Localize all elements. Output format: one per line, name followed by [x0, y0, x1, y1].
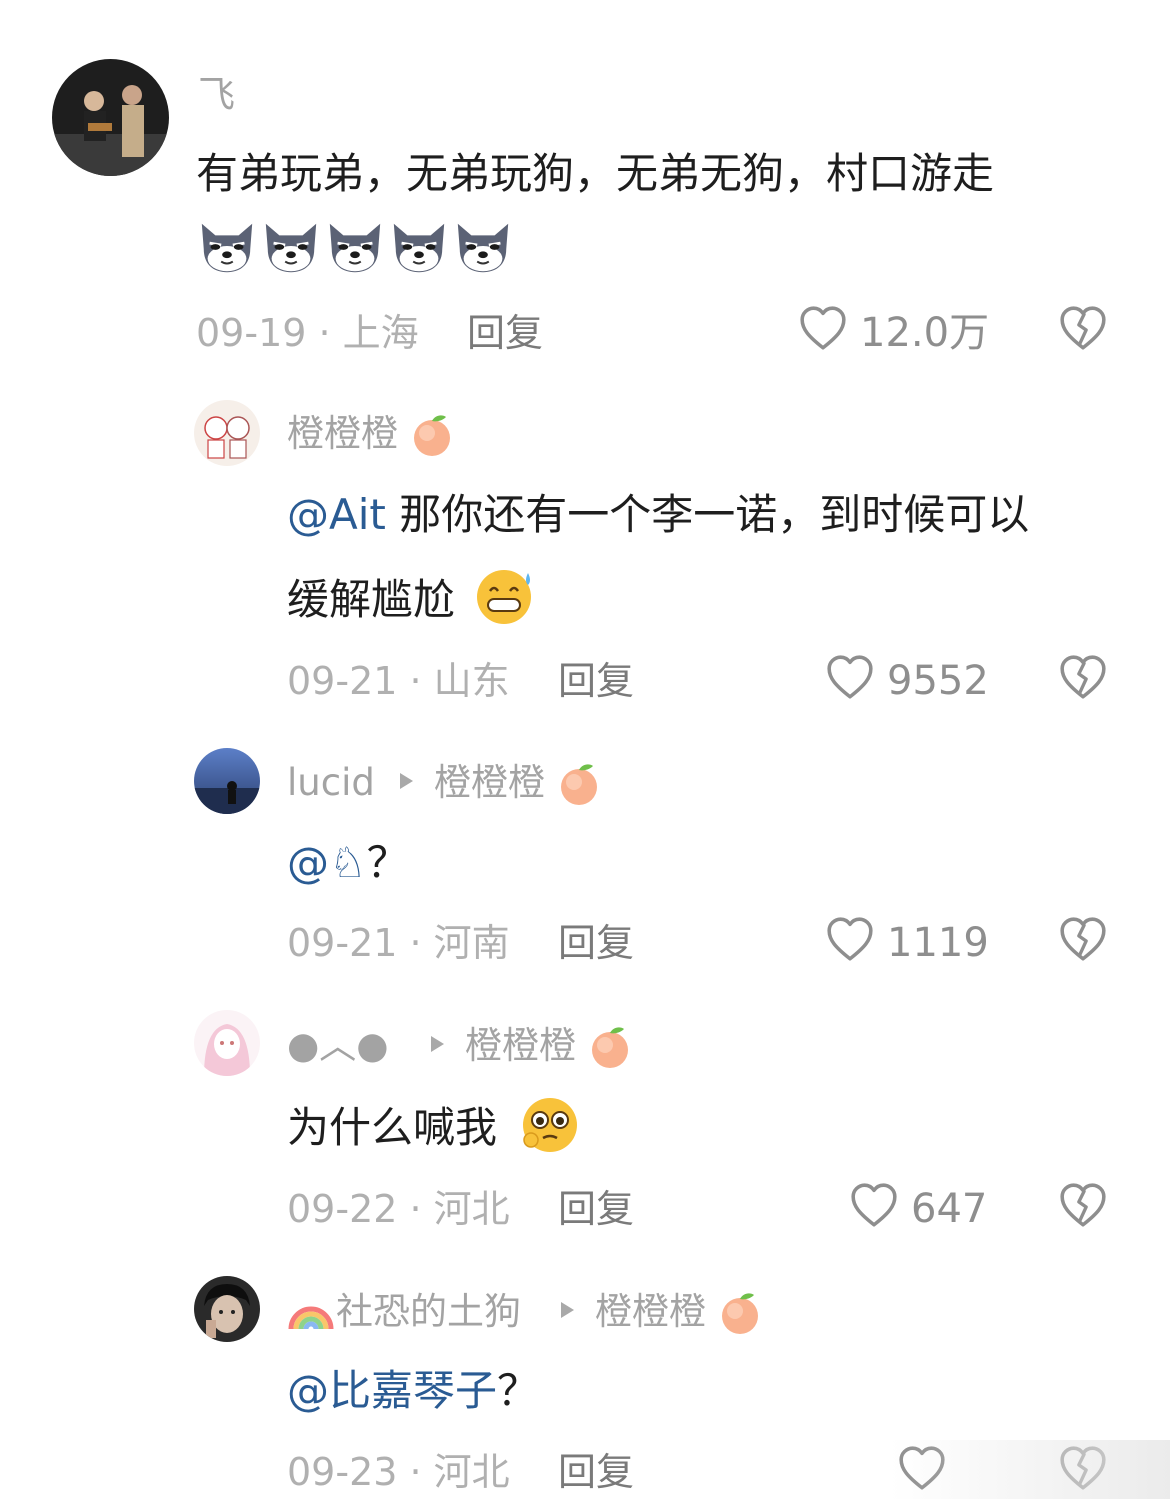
comment-date: 09-21 [287, 921, 398, 965]
like-count: 12.0万 [860, 310, 990, 356]
heart-outline-icon[interactable] [798, 304, 848, 354]
mention-link[interactable]: @比嘉琴子 [287, 1366, 497, 1415]
comment-meta: 09-23 · 河北 [287, 1450, 510, 1494]
comment-date: 09-21 [287, 659, 398, 703]
avatar[interactable] [194, 748, 260, 814]
dog-emoji-icon [260, 216, 322, 278]
heart-outline-icon[interactable] [825, 915, 875, 965]
mention-link[interactable]: @Ait [287, 490, 386, 539]
mention-link[interactable]: @ [287, 838, 329, 887]
meta-separator: · [397, 921, 434, 965]
comment-text-line2: 缓解尴尬 [287, 576, 455, 624]
comment-text: 缓解尴尬 [287, 575, 456, 624]
broken-heart-icon[interactable] [1058, 915, 1108, 965]
dog-emoji-icon [452, 216, 514, 278]
comment-username[interactable]: 橙橙橙 [287, 412, 398, 456]
meta-separator: · [397, 659, 434, 703]
comment-text-line: @♘？ [287, 839, 409, 887]
comment-location: 河北 [433, 1187, 510, 1231]
comment-date: 09-23 [287, 1450, 398, 1494]
comment-text: ？ [366, 838, 409, 887]
reply-button[interactable]: 回复 [558, 1450, 634, 1494]
rainbow-emoji-icon [288, 1306, 334, 1330]
reply-button[interactable]: 回复 [558, 921, 634, 965]
peach-icon [716, 1289, 764, 1337]
peach-icon [408, 411, 456, 459]
watermark-overlay [890, 1440, 1170, 1499]
reply-arrow-icon [427, 1034, 447, 1054]
heart-outline-icon[interactable] [849, 1181, 899, 1231]
comment-text-line: 为什么喊我 [287, 1104, 497, 1152]
like-count: 9552 [887, 658, 989, 704]
comment-date: 09-19 [196, 311, 307, 355]
comment-username[interactable]: ●︿● [287, 1024, 389, 1068]
comment-text: 有弟玩弟，无弟玩狗，无弟无狗，村口游走 [196, 149, 995, 198]
reply-arrow-icon [557, 1300, 577, 1320]
reply-button[interactable]: 回复 [558, 1187, 634, 1231]
dog-emoji-icon [388, 216, 450, 278]
dog-emoji-icon [196, 216, 258, 278]
comment-text: ？ [497, 1366, 540, 1415]
meta-separator: · [397, 1450, 434, 1494]
broken-heart-icon[interactable] [1058, 1181, 1108, 1231]
pleading-emoji-icon [523, 1098, 577, 1152]
meta-separator: · [306, 311, 343, 355]
broken-heart-icon[interactable] [1058, 304, 1108, 354]
comment-location: 河南 [433, 921, 510, 965]
comment-text: 那你还有一个李一诺，到时候可以 [385, 490, 1030, 539]
peach-icon [586, 1023, 634, 1071]
peach-icon [555, 760, 603, 808]
comment-username[interactable]: 社恐的土狗 [336, 1290, 521, 1334]
comment-text-line1: @Ait 那你还有一个李一诺，到时候可以 [287, 491, 1029, 539]
avatar[interactable] [194, 1010, 260, 1076]
avatar[interactable] [194, 400, 260, 466]
broken-heart-icon[interactable] [1058, 653, 1108, 703]
reply-to-username[interactable]: 橙橙橙 [465, 1024, 576, 1068]
comment-username[interactable]: lucid [287, 761, 375, 805]
comment-text: 为什么喊我 [287, 1103, 498, 1152]
dog-emoji-icon [324, 216, 386, 278]
avatar[interactable] [52, 59, 169, 176]
comment-meta: 09-21 · 山东 [287, 659, 510, 703]
like-count: 647 [911, 1186, 988, 1232]
like-count: 1119 [887, 920, 989, 966]
comment-text-line: @比嘉琴子？ [287, 1367, 539, 1415]
sweat-grin-emoji-icon [477, 570, 531, 624]
comment-meta: 09-22 · 河北 [287, 1187, 510, 1231]
horse-emoji-icon: ♘ [329, 838, 367, 887]
comment-username[interactable]: 飞 [198, 73, 235, 117]
avatar[interactable] [194, 1276, 260, 1342]
comment-date: 09-22 [287, 1187, 398, 1231]
reply-to-username[interactable]: 橙橙橙 [434, 761, 545, 805]
reply-button[interactable]: 回复 [467, 311, 543, 355]
meta-separator: · [397, 1187, 434, 1231]
heart-outline-icon[interactable] [825, 653, 875, 703]
comment-meta: 09-21 · 河南 [287, 921, 510, 965]
comment-location: 上海 [342, 311, 419, 355]
reply-button[interactable]: 回复 [558, 659, 634, 703]
reply-arrow-icon [396, 771, 416, 791]
comment-location: 山东 [433, 659, 510, 703]
reply-to-username[interactable]: 橙橙橙 [595, 1290, 706, 1334]
comment-location: 河北 [433, 1450, 510, 1494]
comment-meta: 09-19 · 上海 [196, 311, 419, 355]
